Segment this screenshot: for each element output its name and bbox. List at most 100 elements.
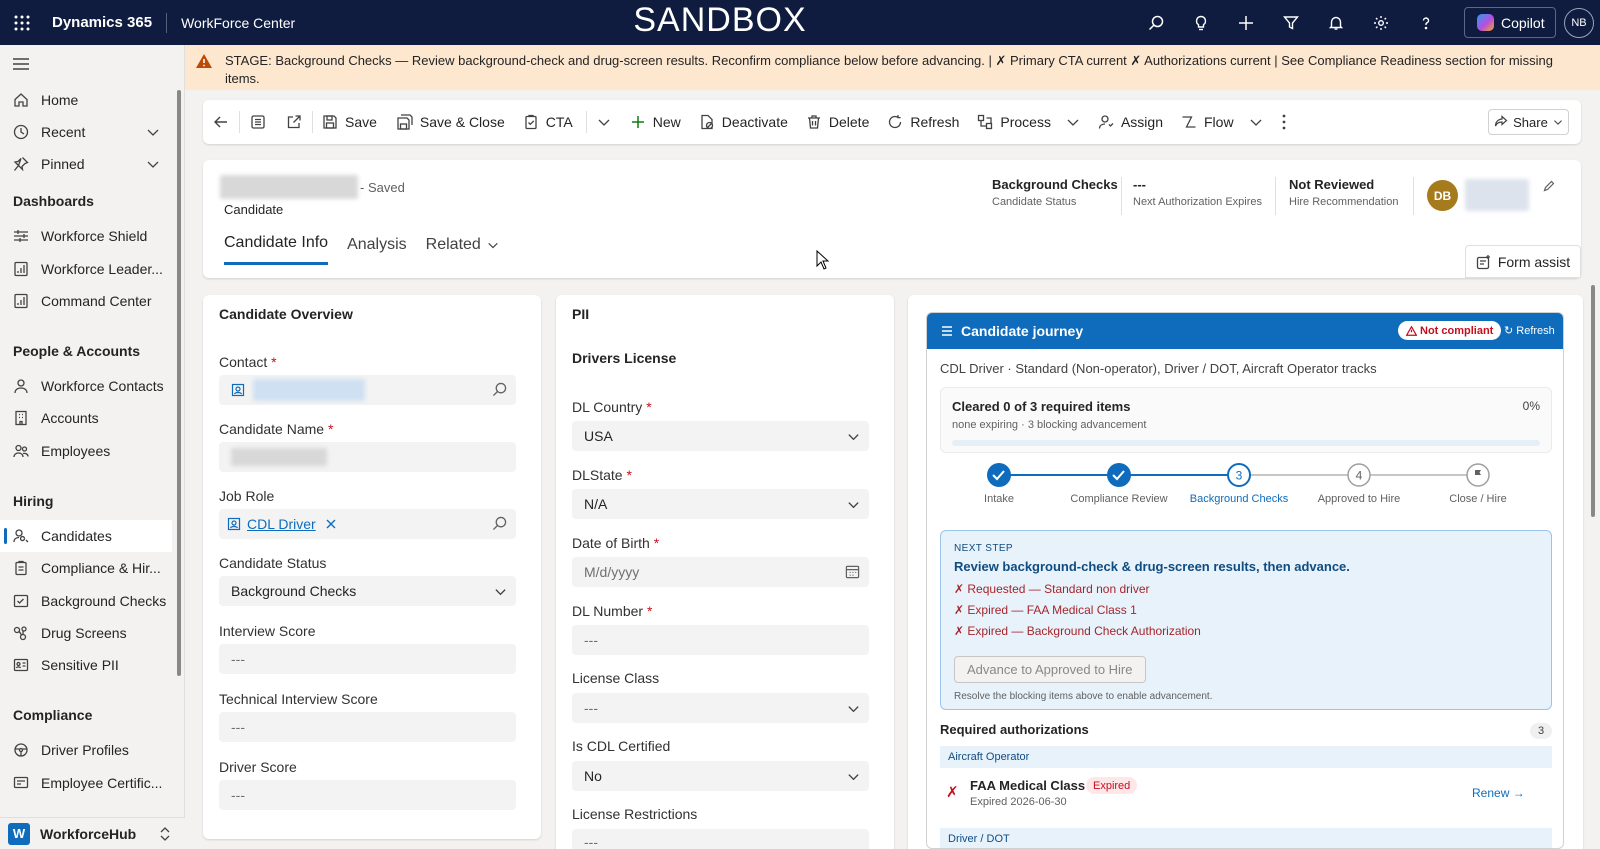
- form-tabs: Candidate Info Analysis Related: [224, 234, 499, 265]
- bell-icon[interactable]: [1313, 0, 1358, 45]
- sidebar-item-pinned[interactable]: Pinned: [0, 148, 172, 180]
- chevron-down-icon[interactable]: [146, 125, 160, 139]
- candidate-name-field[interactable]: [219, 442, 516, 472]
- sidebar-item-driver-profiles[interactable]: Driver Profiles: [0, 734, 172, 766]
- share-button[interactable]: Share: [1488, 109, 1569, 135]
- refresh-label: Refresh: [910, 114, 960, 130]
- sidebar-item-label: Candidates: [41, 528, 112, 544]
- step-close-hire[interactable]: [1466, 463, 1490, 487]
- dl-country-value: USA: [584, 428, 613, 444]
- calendar-icon[interactable]: [845, 564, 860, 579]
- user-avatar[interactable]: NB: [1564, 8, 1594, 38]
- step-label: Intake: [984, 493, 1014, 505]
- refresh-button[interactable]: Refresh: [878, 100, 968, 144]
- sidebar-item-candidates[interactable]: Candidates: [0, 520, 172, 552]
- hamburger-icon[interactable]: [13, 57, 29, 71]
- help-icon[interactable]: [1403, 0, 1448, 45]
- plus-icon[interactable]: [1223, 0, 1268, 45]
- sidebar-item-accounts[interactable]: Accounts: [0, 402, 172, 434]
- area-label: WorkforceHub: [40, 825, 137, 842]
- chevron-down-icon: [847, 498, 860, 511]
- cdl-certified-select[interactable]: No: [572, 761, 869, 791]
- sidebar-item-label: Drug Screens: [41, 625, 127, 641]
- flow-button[interactable]: Flow: [1172, 100, 1272, 144]
- license-class-select[interactable]: ---: [572, 693, 869, 723]
- gear-icon[interactable]: [1358, 0, 1403, 45]
- clipboard-icon: [523, 114, 539, 130]
- sidebar-item-recent[interactable]: Recent: [0, 116, 172, 148]
- sidebar-item-employees[interactable]: Employees: [0, 435, 172, 467]
- edit-pencil-icon[interactable]: [1543, 180, 1555, 192]
- sidebar-item-workforce-leader[interactable]: Workforce Leader...: [0, 253, 172, 285]
- delete-button[interactable]: Delete: [797, 100, 878, 144]
- header-field-label: Next Authorization Expires: [1133, 196, 1263, 208]
- sidebar-item-workforce-shield[interactable]: Workforce Shield: [0, 220, 172, 252]
- step-background-checks[interactable]: 3: [1227, 463, 1251, 487]
- tab-candidate-info[interactable]: Candidate Info: [224, 234, 329, 265]
- step-intake[interactable]: [987, 463, 1011, 487]
- open-new-window-icon[interactable]: [276, 100, 312, 144]
- candidate-status-select[interactable]: Background Checks: [219, 576, 516, 606]
- copilot-button[interactable]: Copilot: [1464, 7, 1556, 38]
- dob-field[interactable]: M/d/yyyy: [572, 557, 869, 587]
- sidebar-scrollbar[interactable]: [177, 90, 181, 676]
- sidebar-item-workforce-contacts[interactable]: Workforce Contacts: [0, 370, 172, 402]
- dl-state-select[interactable]: N/A: [572, 489, 869, 519]
- driver-score-field[interactable]: ---: [219, 780, 516, 810]
- product-name[interactable]: Dynamics 365: [44, 12, 168, 33]
- job-role-tag[interactable]: CDL Driver: [227, 516, 316, 532]
- remove-icon[interactable]: [326, 519, 336, 529]
- job-role-lookup[interactable]: CDL Driver: [219, 509, 516, 539]
- tab-analysis[interactable]: Analysis: [347, 234, 407, 265]
- app-launcher-icon[interactable]: [0, 0, 44, 45]
- assign-button[interactable]: Assign: [1089, 100, 1172, 144]
- record-set-icon[interactable]: [240, 100, 276, 144]
- sidebar-item-compliance-hiring[interactable]: Compliance & Hir...: [0, 552, 172, 584]
- more-commands-icon[interactable]: [1272, 100, 1296, 144]
- form-assist-button[interactable]: Form assist: [1465, 245, 1581, 278]
- sidebar-item-employee-certifications[interactable]: Employee Certific...: [0, 767, 172, 799]
- sidebar-item-label: Workforce Leader...: [41, 261, 163, 277]
- step-compliance-review[interactable]: [1107, 463, 1131, 487]
- tab-related[interactable]: Related: [426, 234, 499, 265]
- renew-link[interactable]: Renew →: [1472, 786, 1525, 800]
- sidebar-group-people: People & Accounts: [13, 343, 141, 359]
- search-icon[interactable]: [492, 382, 507, 397]
- sidebar-item-drug-screens[interactable]: Drug Screens: [0, 617, 172, 649]
- section-title: Candidate Overview: [219, 306, 353, 322]
- search-icon[interactable]: [1133, 0, 1178, 45]
- interview-score-field[interactable]: ---: [219, 644, 516, 674]
- main-scrollbar[interactable]: [1591, 285, 1595, 517]
- technical-interview-field[interactable]: ---: [219, 712, 516, 742]
- dl-number-field[interactable]: ---: [572, 625, 869, 655]
- license-restrictions-field[interactable]: ---: [572, 829, 869, 849]
- search-icon[interactable]: [492, 516, 507, 531]
- dl-country-select[interactable]: USA: [572, 421, 869, 451]
- header-field-label: Candidate Status: [992, 196, 1077, 208]
- process-button[interactable]: Process: [968, 100, 1089, 144]
- chevron-down-icon[interactable]: [587, 100, 621, 144]
- cta-button[interactable]: CTA: [514, 100, 582, 144]
- sidebar-item-background-checks[interactable]: Background Checks: [0, 585, 172, 617]
- new-label: New: [652, 114, 681, 130]
- filter-icon[interactable]: [1268, 0, 1313, 45]
- save-close-button[interactable]: Save & Close: [386, 100, 514, 144]
- back-icon[interactable]: [203, 100, 239, 144]
- save-button[interactable]: Save: [313, 100, 386, 144]
- contact-lookup[interactable]: [219, 375, 516, 405]
- chevron-down-icon[interactable]: [146, 157, 160, 171]
- expired-badge: Expired: [1086, 777, 1138, 794]
- dob-label: Date of Birth *: [572, 535, 660, 551]
- deactivate-button[interactable]: Deactivate: [690, 100, 797, 144]
- advance-button[interactable]: Advance to Approved to Hire: [954, 656, 1146, 683]
- sidebar-item-command-center[interactable]: Command Center: [0, 285, 172, 317]
- new-button[interactable]: New: [621, 100, 690, 144]
- area-switcher[interactable]: W WorkforceHub: [0, 817, 185, 849]
- owner-avatar[interactable]: DB: [1427, 180, 1458, 211]
- sidebar-item-sensitive-pii[interactable]: Sensitive PII: [0, 649, 172, 681]
- sidebar-item-home[interactable]: Home: [0, 84, 172, 116]
- lightbulb-icon[interactable]: [1178, 0, 1223, 45]
- app-name[interactable]: WorkForce Center: [167, 15, 295, 31]
- step-approved-to-hire[interactable]: 4: [1347, 463, 1371, 487]
- journey-refresh-button[interactable]: ↻ Refresh: [1504, 324, 1555, 337]
